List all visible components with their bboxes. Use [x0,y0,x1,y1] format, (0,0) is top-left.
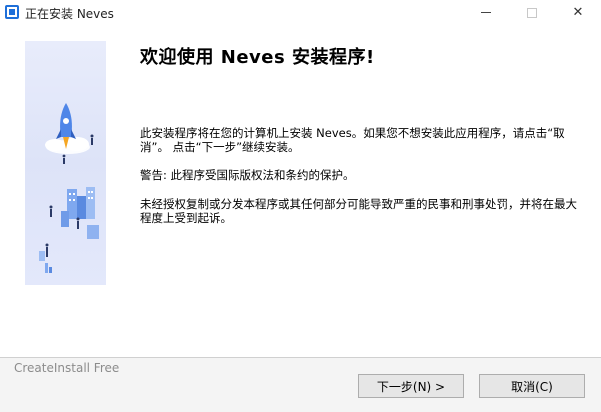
legal-text: 未经授权复制或分发本程序或其任何部分可能导致严重的民事和刑事处罚，并将在最大程度… [140,197,577,225]
close-button[interactable]: ✕ [555,0,601,25]
title-bar: 正在安装 Neves ✕ [0,0,601,25]
illustration-graphic [39,103,99,273]
app-icon [5,5,19,19]
minimize-icon [481,12,491,13]
welcome-illustration [25,41,106,285]
maximize-button [509,0,555,25]
footer-divider [0,357,601,358]
minimize-button[interactable] [463,0,509,25]
close-icon: ✕ [572,5,584,20]
installer-brand: CreateInstall Free [14,361,120,375]
cancel-button[interactable]: 取消(C) [479,374,585,398]
warning-text: 警告: 此程序受国际版权法和条约的保护。 [140,168,355,182]
maximize-icon [527,7,537,18]
next-button[interactable]: 下一步(N) > [358,374,464,398]
window-title: 正在安装 Neves [25,7,114,21]
intro-text: 此安装程序将在您的计算机上安装 Neves。如果您不想安装此应用程序，请点击“取… [140,126,565,154]
welcome-heading: 欢迎使用 Neves 安装程序! [140,47,375,68]
